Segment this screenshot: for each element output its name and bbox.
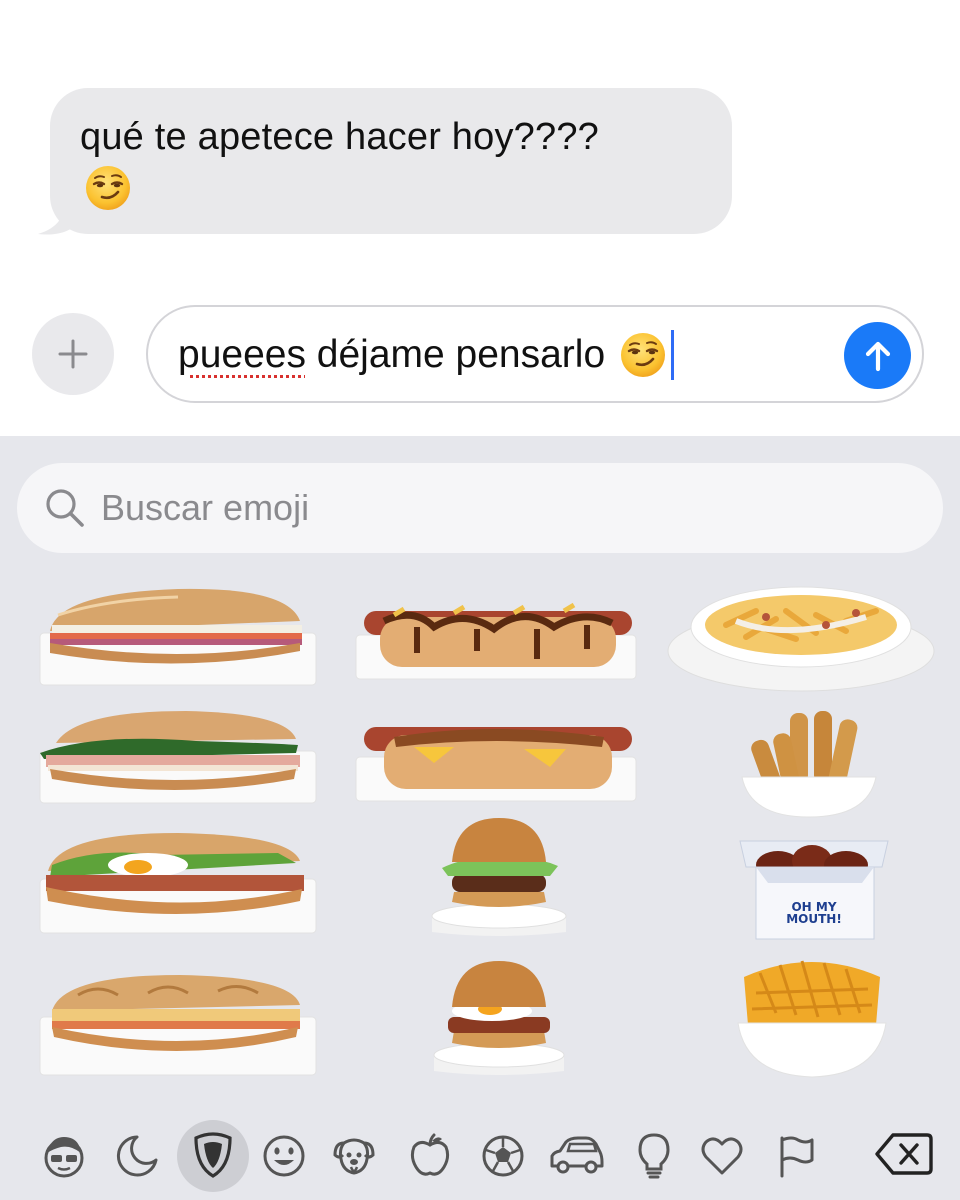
search-placeholder: Buscar emoji bbox=[101, 487, 310, 528]
sticker-grid: OH MY MOUTH! bbox=[0, 581, 960, 1081]
wings-box-label: OH MY MOUTH! bbox=[786, 900, 842, 926]
tab-travel[interactable] bbox=[540, 1120, 612, 1192]
tab-activity[interactable] bbox=[467, 1120, 539, 1192]
sticker-loaded-fries-bowl[interactable] bbox=[666, 581, 936, 693]
food-icon bbox=[410, 1133, 450, 1176]
sticker-chicken-wings-box[interactable]: OH MY MOUTH! bbox=[734, 837, 894, 941]
plus-icon bbox=[58, 339, 88, 369]
tab-flags[interactable] bbox=[760, 1120, 832, 1192]
message-input-text[interactable]: pueees déjame pensarlo bbox=[178, 330, 675, 380]
tab-symbols[interactable] bbox=[686, 1120, 758, 1192]
sticker-sandwich-cheese-tomato[interactable] bbox=[38, 581, 318, 691]
delete-icon bbox=[875, 1133, 933, 1175]
sticker-hotdog-caramelized-onion[interactable] bbox=[354, 587, 638, 682]
arrow-up-icon bbox=[865, 341, 890, 371]
send-button[interactable] bbox=[844, 322, 911, 389]
sticker-sandwich-toasted[interactable] bbox=[38, 975, 318, 1079]
tab-objects[interactable] bbox=[618, 1120, 690, 1192]
sticker-sandwich-ham-spinach[interactable] bbox=[36, 709, 318, 809]
tab-stickers[interactable] bbox=[177, 1120, 249, 1192]
flags-icon bbox=[780, 1136, 814, 1178]
tab-recent[interactable] bbox=[101, 1120, 173, 1192]
misspelled-word[interactable]: pueees bbox=[178, 331, 306, 379]
sticker-sandwich-egg-bacon[interactable] bbox=[38, 831, 318, 937]
stickers-icon bbox=[194, 1132, 232, 1178]
objects-icon bbox=[638, 1133, 670, 1179]
draft-text: déjame pensarlo bbox=[316, 333, 606, 376]
plus-button[interactable] bbox=[32, 313, 114, 395]
sticker-cheese-sticks-bowl[interactable] bbox=[738, 709, 880, 819]
incoming-message-bubble[interactable]: qué te apetece hacer hoy???? bbox=[50, 88, 732, 234]
search-icon bbox=[46, 489, 84, 527]
sticker-burger-egg-bacon[interactable] bbox=[432, 959, 566, 1079]
smirking-face-icon bbox=[619, 331, 667, 379]
text-caret bbox=[671, 330, 675, 380]
tab-smileys[interactable] bbox=[248, 1120, 320, 1192]
messages-screen: qué te apetece hacer hoy???? pueees déja… bbox=[0, 0, 960, 1200]
tab-animals[interactable] bbox=[318, 1120, 390, 1192]
sticker-waffle-fries-bowl[interactable] bbox=[736, 953, 888, 1079]
sticker-burger-lettuce[interactable] bbox=[430, 814, 568, 940]
recent-icon bbox=[116, 1135, 158, 1177]
sticker-hotdog-cheese-crispy-onion[interactable] bbox=[354, 717, 638, 803]
smirking-face-icon bbox=[84, 164, 132, 212]
symbols-icon bbox=[701, 1137, 743, 1175]
memoji-icon bbox=[44, 1137, 84, 1178]
chat-transcript: qué te apetece hacer hoy???? pueees déja… bbox=[0, 0, 960, 436]
tab-memoji[interactable] bbox=[28, 1120, 100, 1192]
tab-food[interactable] bbox=[394, 1120, 466, 1192]
animals-icon bbox=[333, 1138, 375, 1175]
emoji-category-bar bbox=[0, 1116, 960, 1200]
travel-icon bbox=[550, 1136, 604, 1174]
incoming-message-text: qué te apetece hacer hoy???? bbox=[80, 116, 600, 158]
emoji-keyboard: Buscar emoji OH MY MOUTH! bbox=[0, 436, 960, 1200]
delete-key[interactable] bbox=[872, 1126, 936, 1182]
emoji-search-field[interactable]: Buscar emoji bbox=[17, 463, 943, 553]
activity-icon bbox=[482, 1135, 524, 1177]
smileys-icon bbox=[263, 1135, 305, 1177]
